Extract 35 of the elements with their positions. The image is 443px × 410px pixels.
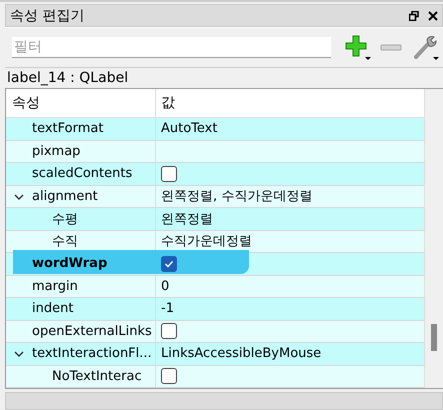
checkbox[interactable] — [161, 166, 177, 182]
property-name: wordWrap — [32, 256, 108, 272]
property-name: indent — [32, 301, 74, 316]
float-icon[interactable] — [409, 10, 419, 21]
property-name: 수평 — [52, 210, 78, 228]
column-header[interactable]: 값 — [156, 89, 424, 117]
add-icon[interactable] — [345, 34, 371, 61]
close-icon[interactable] — [428, 10, 438, 21]
filter-field[interactable]: 필터 — [12, 37, 331, 58]
scrollbar-thumb[interactable] — [431, 324, 437, 351]
panel-title: 속성 편집기 — [10, 6, 86, 25]
property-name: pixmap — [32, 144, 80, 159]
property-value[interactable]: 0 — [161, 278, 170, 294]
property-value[interactable]: 왼쪽정렬, 수직가운데정렬 — [161, 187, 312, 206]
property-name: textInteractionFl... — [32, 346, 152, 362]
property-value[interactable]: 왼쪽정렬 — [161, 210, 213, 228]
checkbox[interactable] — [161, 368, 177, 384]
property-name: margin — [32, 278, 78, 294]
column-header[interactable]: 속성 — [6, 89, 156, 117]
property-name: scaledContents — [32, 166, 132, 182]
property-name: openExternalLinks — [32, 324, 152, 339]
property-value[interactable]: AutoText — [161, 121, 218, 136]
property-value[interactable]: LinksAccessibleByMouse — [161, 346, 322, 362]
chevron-icon[interactable] — [14, 349, 24, 359]
property-value[interactable]: -1 — [161, 301, 174, 316]
property-name: 수직 — [52, 233, 78, 250]
scrollbar[interactable] — [424, 89, 443, 388]
property-name: NoTextInterac — [52, 368, 142, 384]
checkbox[interactable] — [161, 256, 177, 272]
wrench-icon[interactable] — [413, 34, 439, 61]
checkbox[interactable] — [161, 323, 177, 340]
chevron-icon[interactable] — [14, 192, 24, 202]
property-value[interactable]: 수직가운데정렬 — [161, 232, 252, 250]
property-name: alignment — [32, 188, 98, 204]
property-name: textFormat — [32, 121, 104, 136]
